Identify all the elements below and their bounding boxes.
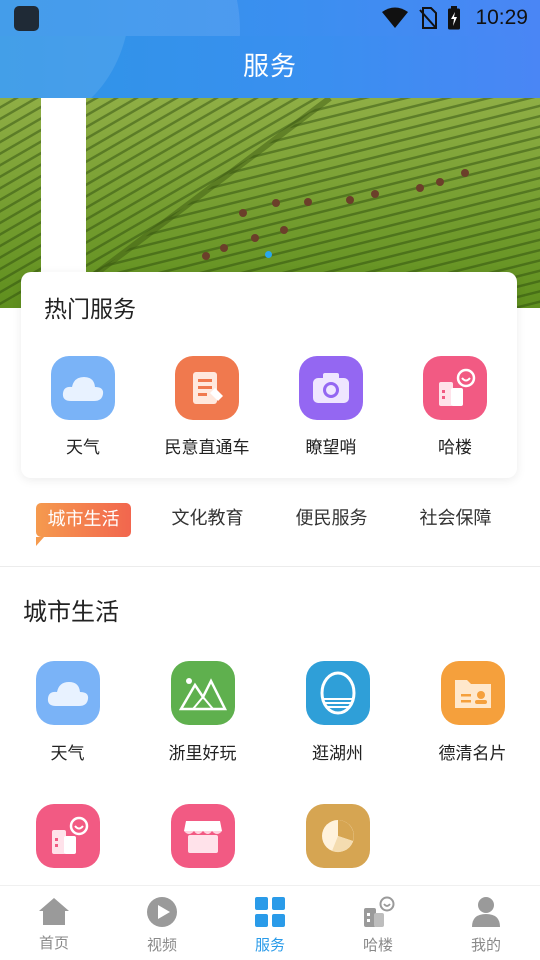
hot-services-card: 热门服务 天气 民意直通车 瞭望哨 哈楼 [21, 272, 517, 478]
bottom-nav: 首页 视频 服务 哈楼 我的 [0, 885, 540, 960]
tab-city-life[interactable]: 城市生活 [36, 503, 131, 546]
grid-icon [254, 896, 286, 932]
service-label: 天气 [66, 438, 100, 458]
service-label: 哈楼 [438, 438, 472, 458]
status-clock: 10:29 [475, 6, 528, 29]
user-icon [470, 896, 502, 932]
service-weather[interactable]: 天气 [0, 661, 135, 764]
nav-services[interactable]: 服务 [216, 886, 324, 960]
service-public-opinion[interactable]: 民意直通车 [145, 356, 269, 458]
page-title: 服务 [242, 52, 297, 82]
nav-mine[interactable]: 我的 [432, 886, 540, 960]
tab-social-security[interactable]: 社会保障 [408, 498, 503, 540]
notification-icon [14, 6, 39, 31]
mountain-icon [170, 661, 235, 725]
camera-icon [299, 356, 363, 420]
service-label: 民意直通车 [164, 438, 250, 458]
play-circle-icon [146, 896, 178, 932]
service-shop[interactable] [135, 804, 270, 882]
tab-culture-education[interactable]: 文化教育 [160, 498, 255, 540]
cloud-icon [35, 661, 100, 725]
nav-video[interactable]: 视频 [108, 886, 216, 960]
shop-icon [170, 804, 235, 868]
divider [0, 566, 540, 567]
business-card-icon [440, 661, 505, 725]
service-halou[interactable] [0, 804, 135, 882]
app-bar: 服务 [0, 36, 540, 98]
nav-label: 服务 [254, 936, 285, 954]
status-icons: 10:29 [381, 0, 528, 36]
pie-chart-icon [305, 804, 370, 868]
home-icon [37, 896, 71, 930]
nav-halou[interactable]: 哈楼 [324, 886, 432, 960]
nav-label: 首页 [38, 934, 69, 952]
no-sim-icon [419, 7, 438, 29]
service-label: 瞭望哨 [305, 438, 357, 458]
service-label: 德清名片 [438, 744, 507, 764]
city-logo-icon [305, 661, 370, 725]
wifi-icon [381, 7, 409, 29]
nav-label: 我的 [470, 936, 501, 954]
service-statistics[interactable] [270, 804, 405, 882]
service-label: 浙里好玩 [168, 744, 237, 764]
service-lookout[interactable]: 瞭望哨 [269, 356, 393, 458]
hot-services-title: 热门服务 [44, 297, 136, 323]
building-smile-icon [423, 356, 487, 420]
banner-overlay [41, 98, 86, 274]
service-grid-row-2 [0, 804, 540, 882]
cloud-icon [51, 356, 115, 420]
tab-convenience-services[interactable]: 便民服务 [284, 498, 379, 540]
service-zheli-fun[interactable]: 浙里好玩 [135, 661, 270, 764]
nav-label: 视频 [146, 936, 177, 954]
status-bar: 10:29 [0, 0, 540, 36]
service-halou[interactable]: 哈楼 [393, 356, 517, 458]
hot-services-grid: 天气 民意直通车 瞭望哨 哈楼 [21, 356, 517, 458]
document-edit-icon [175, 356, 239, 420]
service-grid-row-1: 天气 浙里好玩 逛湖州 德清名片 [0, 661, 540, 764]
section-title: 城市生活 [23, 598, 119, 626]
battery-charging-icon [447, 6, 461, 30]
service-deqing-card[interactable]: 德清名片 [405, 661, 540, 764]
building-smile-icon [35, 804, 100, 868]
category-tabs: 城市生活 文化教育 便民服务 社会保障 [0, 498, 540, 546]
service-weather[interactable]: 天气 [21, 356, 145, 458]
service-label: 逛湖州 [312, 744, 363, 764]
nav-label: 哈楼 [362, 936, 393, 954]
service-label: 天气 [50, 744, 85, 764]
nav-home[interactable]: 首页 [0, 886, 108, 960]
building-smile-icon [361, 896, 395, 932]
service-visit-huzhou[interactable]: 逛湖州 [270, 661, 405, 764]
banner-indicator[interactable] [265, 251, 272, 258]
